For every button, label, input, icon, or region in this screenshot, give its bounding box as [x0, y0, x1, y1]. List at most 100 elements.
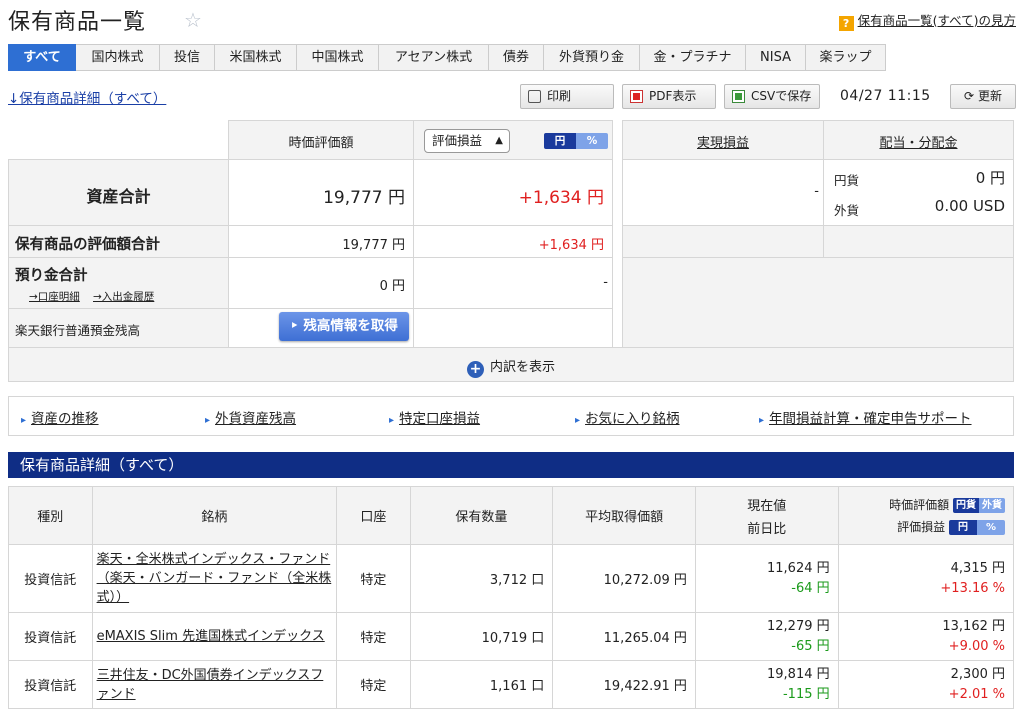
tab-gold-platinum[interactable]: 金・プラチナ	[640, 44, 746, 71]
table-row: 投資信託 楽天・全米株式インデックス・ファンド（楽天・バンガード・ファンド（全米…	[8, 544, 1015, 613]
cell-price: 12,279 円 -65 円	[694, 612, 839, 661]
link-favorites-text[interactable]: お気に入り銘柄	[585, 411, 680, 427]
page-title: 保有商品一覧	[8, 10, 147, 35]
fetch-balance-label: 残高情報を取得	[303, 318, 398, 334]
cell-name: 三井住友・DC外国債券インデックスファンド	[91, 660, 338, 709]
cell-qty: 3,712 口	[409, 544, 554, 613]
fund-link[interactable]: 三井住友・DC外国債券インデックスファンド	[97, 668, 324, 702]
link-tax-support-text[interactable]: 年間損益計算・確定申告サポート	[769, 411, 972, 427]
toggle-yen[interactable]: 円	[544, 133, 576, 149]
link-fx-assets[interactable]: ▸ 外貨資産残高	[205, 407, 296, 427]
toggle-percent[interactable]: %	[576, 133, 608, 149]
help-link[interactable]: ? 保有商品一覧(すべて)の見方	[838, 10, 1016, 31]
tab-china-stocks[interactable]: 中国株式	[297, 44, 379, 71]
link-fx-assets-text[interactable]: 外貨資産残高	[215, 411, 296, 427]
link-asset-history-text[interactable]: 資産の推移	[31, 411, 99, 427]
currency-toggle[interactable]: 円貨 外貨	[953, 498, 1005, 513]
account-statement-link[interactable]: →口座明細	[29, 289, 80, 304]
holdings-detail-link[interactable]: ↓保有商品詳細（すべて）	[8, 87, 166, 107]
bank-label-cell: 楽天銀行普通預金残高	[8, 308, 229, 348]
deposit-label-cell: 預り金合計 →口座明細 →入出金履歴	[8, 257, 229, 309]
col-realized: 実現損益	[622, 120, 824, 160]
fetch-balance-button[interactable]: ‣ 残高情報を取得	[279, 312, 409, 341]
pl-unit-toggle[interactable]: 円 %	[544, 133, 608, 149]
th-price: 現在値 前日比	[694, 486, 839, 545]
fund-link[interactable]: eMAXIS Slim 先進国株式インデックス	[97, 629, 325, 644]
total-label-cell: 資産合計	[8, 159, 229, 226]
deposit-pl-cell: -	[413, 257, 613, 309]
toggle-pl-pct[interactable]: %	[976, 520, 1005, 535]
arrow-icon: ▸	[575, 415, 581, 426]
tab-funds[interactable]: 投信	[160, 44, 215, 71]
breakdown-label: 内訳を表示	[489, 360, 555, 375]
tab-rakuwrap[interactable]: 楽ラップ	[806, 44, 886, 71]
link-asset-history[interactable]: ▸ 資産の推移	[21, 407, 99, 427]
table-row: 投資信託 eMAXIS Slim 先進国株式インデックス 特定 10,719 口…	[8, 612, 1015, 661]
breakdown-toggle[interactable]: + 内訳を表示	[8, 347, 1014, 382]
cell-avg: 19,422.91 円	[552, 660, 696, 709]
holdings-label-cell: 保有商品の評価額合計	[8, 225, 229, 258]
holdings-label: 保有商品の評価額合計	[15, 237, 160, 253]
summary-header-blank	[8, 120, 228, 160]
total-label: 資産合計	[86, 187, 151, 206]
cell-type: 投資信託	[8, 660, 93, 709]
deposit-value-cell: 0 円	[228, 257, 414, 309]
toggle-jpy[interactable]: 円貨	[953, 498, 979, 513]
cell-value: 13,162 円 +9.00 %	[837, 612, 1015, 661]
th-qty: 保有数量	[409, 486, 554, 545]
pl-toggle[interactable]: 円%	[948, 520, 1005, 535]
cell-type: 投資信託	[8, 544, 93, 613]
dividend-yen-value: 0 円	[975, 169, 1005, 187]
cell-avg: 11,265.04 円	[552, 612, 696, 661]
th-value: 時価評価額 円貨 外貨 評価損益 円%	[837, 486, 1015, 545]
toggle-pl-yen[interactable]: 円	[948, 520, 977, 535]
cell-avg: 10,272.09 円	[552, 544, 696, 613]
total-pl-cell: +1,634 円	[413, 159, 613, 226]
link-tokutei-pl-text[interactable]: 特定口座損益	[399, 411, 480, 427]
tab-bonds[interactable]: 債券	[489, 44, 544, 71]
deposit-history-link[interactable]: →入出金履歴	[93, 289, 154, 304]
th-value-label: 時価評価額	[889, 498, 950, 512]
category-tabs: すべて 国内株式 投信 米国株式 中国株式 アセアン株式 債券 外貨預り金 金・…	[8, 44, 886, 71]
link-tokutei-pl[interactable]: ▸ 特定口座損益	[389, 407, 480, 427]
arrow-icon: ▸	[389, 415, 395, 426]
price-value: 12,279 円	[767, 618, 830, 634]
dividend-fx-value: 0.00 USD	[934, 197, 1005, 215]
toggle-fx[interactable]: 外貨	[979, 498, 1005, 513]
tab-all[interactable]: すべて	[8, 44, 76, 71]
dividend-link[interactable]: 配当・分配金	[824, 132, 1013, 151]
value-amount: 4,315 円	[950, 560, 1005, 576]
holdings-dividend-cell	[823, 225, 1014, 258]
csv-button[interactable]: CSVで保存	[724, 84, 820, 109]
cell-value: 4,315 円 +13.16 %	[837, 544, 1015, 613]
tab-asean-stocks[interactable]: アセアン株式	[379, 44, 489, 71]
bank-empty-cell	[413, 308, 613, 348]
refresh-icon: ⟳	[964, 89, 975, 103]
link-tax-support[interactable]: ▸ 年間損益計算・確定申告サポート	[759, 407, 972, 427]
print-button[interactable]: 印刷	[520, 84, 614, 109]
help-link-text[interactable]: 保有商品一覧(すべて)の見方	[858, 13, 1016, 28]
cell-type: 投資信託	[8, 612, 93, 661]
pl-select[interactable]: 評価損益 ▲	[424, 129, 510, 153]
table-row: 投資信託 三井住友・DC外国債券インデックスファンド 特定 1,161 口 19…	[8, 660, 1015, 709]
tab-domestic-stocks[interactable]: 国内株式	[76, 44, 160, 71]
refresh-button[interactable]: ⟳ 更新	[950, 84, 1016, 109]
fund-link[interactable]: 楽天・全米株式インデックス・ファンド（楽天・バンガード・ファンド（全米株式））	[97, 552, 332, 605]
link-favorites[interactable]: ▸ お気に入り銘柄	[575, 407, 680, 427]
star-icon[interactable]: ☆	[184, 8, 202, 32]
deposit-label: 預り金合計	[15, 268, 88, 284]
change-value: -115 円	[782, 686, 830, 702]
cell-name: eMAXIS Slim 先進国株式インデックス	[91, 612, 338, 661]
refresh-label: 更新	[977, 89, 1002, 103]
tab-us-stocks[interactable]: 米国株式	[215, 44, 297, 71]
cell-price: 11,624 円 -64 円	[694, 544, 839, 613]
pdf-button[interactable]: PDF表示	[622, 84, 716, 109]
tab-nisa[interactable]: NISA	[746, 44, 806, 71]
change-value: -65 円	[791, 638, 830, 654]
holdings-table: 種別 銘柄 口座 保有数量 平均取得価額 現在値 前日比 時価評価額 円貨 外貨 評…	[8, 486, 1015, 709]
realized-pl-link[interactable]: 実現損益	[623, 132, 823, 151]
arrow-icon: ▸	[759, 415, 765, 426]
holdings-value: 19,777 円	[342, 238, 405, 253]
help-icon: ?	[838, 16, 854, 31]
tab-fx-deposits[interactable]: 外貨預り金	[544, 44, 640, 71]
